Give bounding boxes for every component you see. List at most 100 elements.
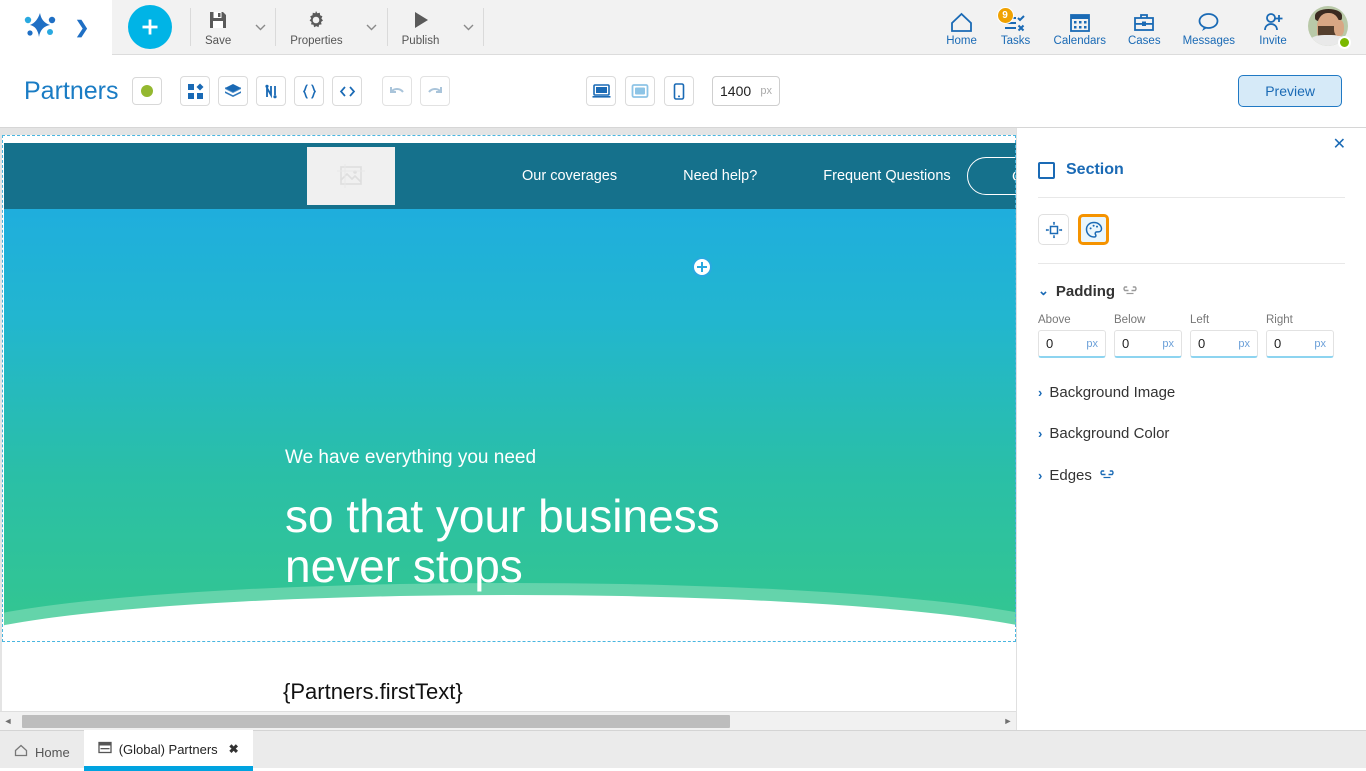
logo-zone: ❯ <box>0 0 112 55</box>
chevron-right-icon: › <box>1038 385 1042 400</box>
link-icon[interactable] <box>1099 466 1115 484</box>
close-icon[interactable]: ✕ <box>1333 137 1346 153</box>
nav-label-calendars: Calendars <box>1054 35 1106 47</box>
device-toggle-group: 1400 px <box>586 76 780 106</box>
save-label: Save <box>205 35 231 47</box>
background-image-group-toggle[interactable]: › Background Image <box>1017 358 1366 401</box>
edges-group-toggle[interactable]: › Edges <box>1017 442 1366 484</box>
scrollbar-track[interactable] <box>16 712 1000 731</box>
nav-label-cases: Cases <box>1128 35 1161 47</box>
properties-button[interactable]: Properties <box>276 2 356 52</box>
bottom-tab-bar: Home (Global) Partners ✖ <box>0 730 1366 768</box>
scroll-left-arrow[interactable]: ◄ <box>0 716 16 726</box>
site-cta-button[interactable]: Quote now <box>967 157 1016 195</box>
horizontal-scrollbar[interactable]: ◄ ► <box>0 711 1016 730</box>
canvas-width-unit: px <box>760 85 772 97</box>
padding-below-unit: px <box>1162 338 1174 350</box>
panel-header: Section <box>1017 128 1366 179</box>
site-nav-item-help[interactable]: Need help? <box>683 168 757 184</box>
hero-title: so that your business never stops <box>285 491 720 591</box>
nav-item-home[interactable]: Home <box>935 8 989 47</box>
undo-icon[interactable] <box>382 76 412 106</box>
add-section-icon[interactable] <box>692 257 712 277</box>
token-block: {Partners.firstText} {Partners.secondTex… <box>283 675 498 711</box>
add-button[interactable] <box>128 5 172 49</box>
save-button[interactable]: Save <box>191 2 245 52</box>
padding-group-toggle[interactable]: ⌄ Padding <box>1017 264 1366 300</box>
site-nav-item-faq[interactable]: Frequent Questions <box>823 168 950 184</box>
page-title: Partners <box>24 77 118 106</box>
canvas-width-input[interactable]: 1400 px <box>712 76 780 106</box>
corvus-logo-icon[interactable] <box>23 10 57 45</box>
layers-icon[interactable] <box>218 76 248 106</box>
braces-icon[interactable] <box>294 76 324 106</box>
padding-above: Above 0 px <box>1038 314 1106 358</box>
mobile-icon[interactable] <box>664 76 694 106</box>
padding-right-unit: px <box>1314 338 1326 350</box>
padding-below-input[interactable]: 0 px <box>1114 330 1182 358</box>
scrollbar-thumb[interactable] <box>22 715 730 728</box>
padding-fields: Above 0 px Below 0 px Left 0 px Right 0 <box>1017 300 1366 358</box>
layout-move-icon[interactable] <box>1038 214 1069 245</box>
padding-left: Left 0 px <box>1190 314 1258 358</box>
padding-left-unit: px <box>1238 338 1250 350</box>
nav-item-tasks[interactable]: 9 Tasks <box>989 8 1043 47</box>
background-color-label: Background Color <box>1049 425 1169 442</box>
home-icon <box>949 8 974 33</box>
top-toolbar: ❯ Save Properties <box>0 0 1366 55</box>
preview-button[interactable]: Preview <box>1238 75 1342 107</box>
tab-home[interactable]: Home <box>0 736 84 768</box>
nav-label-messages: Messages <box>1183 35 1235 47</box>
hero-section: We have everything you need so that your… <box>4 209 1016 649</box>
play-icon <box>410 8 432 32</box>
padding-above-label: Above <box>1038 314 1106 326</box>
panel-tool-tabs <box>1017 198 1366 245</box>
palette-icon[interactable] <box>1078 214 1109 245</box>
padding-left-label: Left <box>1190 314 1258 326</box>
close-icon[interactable]: ✖ <box>229 742 239 756</box>
padding-right-input[interactable]: 0 px <box>1266 330 1334 358</box>
tasks-badge: 9 <box>997 7 1014 24</box>
publish-dropdown-caret[interactable] <box>453 2 483 52</box>
code-icon[interactable] <box>332 76 362 106</box>
site-nav-item-coverages[interactable]: Our coverages <box>522 168 617 184</box>
padding-below-label: Below <box>1114 314 1182 326</box>
nav-item-cases[interactable]: Cases <box>1117 8 1172 47</box>
briefcase-icon <box>1132 8 1156 33</box>
background-color-group-toggle[interactable]: › Background Color <box>1017 401 1366 442</box>
publish-button[interactable]: Publish <box>388 2 454 52</box>
properties-dropdown-caret[interactable] <box>357 2 387 52</box>
padding-left-input[interactable]: 0 px <box>1190 330 1258 358</box>
home-outline-icon <box>14 744 28 760</box>
panel-title: Section <box>1066 161 1124 179</box>
publish-label: Publish <box>402 35 440 47</box>
tab-home-label: Home <box>35 745 70 760</box>
padding-group-label: Padding <box>1056 283 1115 300</box>
save-dropdown-caret[interactable] <box>245 2 275 52</box>
components-icon[interactable] <box>180 76 210 106</box>
status-badge[interactable] <box>132 77 162 105</box>
nav-item-messages[interactable]: Messages <box>1172 8 1246 47</box>
tab-global-partners[interactable]: (Global) Partners ✖ <box>84 730 253 768</box>
padding-above-input[interactable]: 0 px <box>1038 330 1106 358</box>
section-square-icon <box>1038 162 1055 179</box>
link-icon[interactable] <box>1122 282 1138 300</box>
tablet-icon[interactable] <box>625 76 655 106</box>
page-icon <box>98 741 112 757</box>
edges-label: Edges <box>1049 467 1092 484</box>
canvas-width-value: 1400 <box>720 83 751 99</box>
flow-icon[interactable] <box>256 76 286 106</box>
padding-right-value: 0 <box>1274 336 1281 351</box>
calendar-icon <box>1068 8 1092 33</box>
avatar[interactable] <box>1308 6 1350 48</box>
token-first-text[interactable]: {Partners.firstText} <box>283 675 498 709</box>
nav-item-calendars[interactable]: Calendars <box>1043 8 1117 47</box>
desktop-icon[interactable] <box>586 76 616 106</box>
nav-item-invite[interactable]: Invite <box>1246 8 1300 47</box>
image-placeholder-icon[interactable] <box>307 147 395 205</box>
padding-below: Below 0 px <box>1114 314 1182 358</box>
redo-icon[interactable] <box>420 76 450 106</box>
scroll-right-arrow[interactable]: ► <box>1000 716 1016 726</box>
chevron-right-icon[interactable]: ❯ <box>75 19 89 36</box>
padding-left-value: 0 <box>1198 336 1205 351</box>
